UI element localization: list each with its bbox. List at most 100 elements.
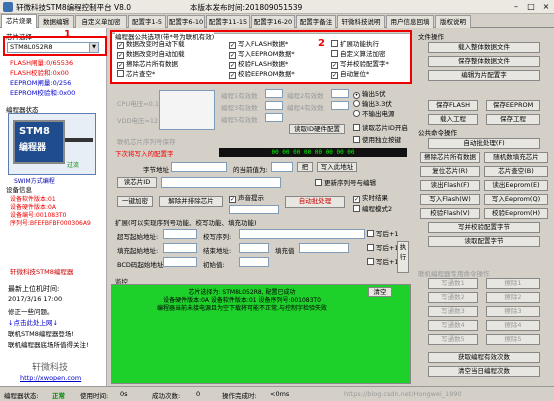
- count-input: [331, 101, 349, 110]
- increment-checkbox[interactable]: 写后+1: [367, 258, 399, 266]
- common-op-button[interactable]: 复位芯片(R): [420, 166, 480, 177]
- mode2-checkbox[interactable]: 编程模式2: [353, 205, 392, 213]
- save-project-button[interactable]: 保存工程: [486, 114, 540, 125]
- read-id-checkbox[interactable]: 读取芯片ID开启: [353, 124, 408, 132]
- increment-checkbox[interactable]: 写后+1: [367, 230, 399, 238]
- tab-3[interactable]: 配置字1-5: [128, 15, 166, 28]
- right-panel: 文件操作 载入整体数据文件 保存整体数据文件 编辑为片配置字 保存FLASH 保存E…: [416, 28, 554, 386]
- file-op-button[interactable]: 编辑为片配置字: [428, 70, 540, 81]
- ext-input[interactable]: [239, 229, 365, 239]
- common-op-button[interactable]: 写入Eeprom(Q): [484, 194, 548, 205]
- overcurrent-caption: 过流: [67, 162, 80, 169]
- get-count-button[interactable]: 获取编程有效次数: [428, 352, 540, 363]
- save-flash-button[interactable]: 保存FLASH: [428, 100, 478, 111]
- multi-erase-button[interactable]: 擦除5: [486, 334, 540, 345]
- window-title: 轩微科技STM8编程控制平台 V8.0: [16, 3, 132, 12]
- release-date: 本版本发布时间:201809051539: [190, 3, 303, 12]
- multi-write-button[interactable]: 写通数1: [428, 278, 478, 289]
- common-op-button[interactable]: 读出Eeprom(E): [484, 180, 548, 191]
- maximize-icon[interactable]: □: [523, 1, 539, 13]
- news-line[interactable]: ↓点击此处上网↓: [8, 317, 58, 327]
- state-label: 编程器状态:: [4, 392, 39, 400]
- tab-2[interactable]: 自定义单加密: [75, 15, 127, 28]
- clear-log-button[interactable]: 清空: [368, 287, 392, 297]
- clear-count-button[interactable]: 清空当日编程次数: [428, 366, 540, 377]
- serial-label: 联机芯片序列号保存: [117, 138, 176, 146]
- unlock-chip-button[interactable]: 解除并排除芯片: [159, 196, 223, 207]
- realtime-checkbox[interactable]: ✓ 实时结果: [353, 194, 388, 203]
- power-radio[interactable]: 输出3.3伏: [353, 100, 392, 108]
- ext-input[interactable]: [163, 229, 197, 239]
- ext-input[interactable]: [163, 257, 197, 267]
- multi-erase-button[interactable]: 擦除3: [486, 306, 540, 317]
- write-verify-config-button[interactable]: 写并校验配置字节: [428, 222, 540, 233]
- common-op-button[interactable]: 写入Flash(W): [420, 194, 480, 205]
- multi-write-button[interactable]: 写通数4: [428, 320, 478, 331]
- power-radio[interactable]: • 输出5伏: [353, 90, 386, 99]
- multi-erase-button[interactable]: 擦除1: [486, 278, 540, 289]
- execute-button[interactable]: 执行: [397, 241, 409, 273]
- increment-label: 写后+1: [376, 230, 399, 238]
- news-line: 联机STM8编程器登场!: [8, 330, 74, 338]
- tab-4[interactable]: 配置字6-10: [167, 15, 205, 28]
- standalone-key-checkbox[interactable]: 使用独立按键: [353, 136, 401, 144]
- ext-input[interactable]: [163, 243, 197, 253]
- multi-write-button[interactable]: 写通数3: [428, 306, 478, 317]
- common-op-button[interactable]: 读出Flash(F): [420, 180, 480, 191]
- current-value-label: 的当前值为:: [233, 166, 268, 174]
- write-address-button[interactable]: 写入此地址: [317, 162, 357, 172]
- close-icon[interactable]: ×: [538, 1, 554, 13]
- increment-checkbox[interactable]: 写后+1: [367, 244, 399, 252]
- byte-address-input[interactable]: [171, 162, 227, 172]
- tab-9[interactable]: 用户信息回填: [386, 15, 434, 28]
- tab-5[interactable]: 配置字11-15: [206, 15, 250, 28]
- device-info-line: 序列号:BFEFBFBF000306A9: [10, 220, 91, 227]
- read-chip-id-button[interactable]: 读芯片ID: [117, 177, 157, 188]
- highlight-box-1: [3, 36, 107, 56]
- log-line: 编程器当前未接电源且为空下载将可能不正常,与控制字检验失败: [157, 305, 327, 312]
- ext-input[interactable]: [239, 243, 269, 253]
- one-key-encrypt-button[interactable]: 一键加密: [117, 196, 153, 207]
- current-value-input[interactable]: [271, 162, 293, 172]
- checkbox-icon: [367, 258, 374, 265]
- multi-erase-button[interactable]: 擦除4: [486, 320, 540, 331]
- load-project-button[interactable]: 载入工程: [428, 114, 478, 125]
- put-button[interactable]: 把: [297, 162, 313, 172]
- sound-combo[interactable]: [229, 205, 279, 214]
- byte-address-label: 字节地址: [143, 166, 169, 174]
- tab-10[interactable]: 版权说明: [435, 15, 471, 28]
- tab-0[interactable]: 芯片烧录: [1, 14, 37, 28]
- read-id-config-button[interactable]: 读取ID硬件配置: [289, 124, 345, 134]
- power-radio[interactable]: 不输出电源: [353, 110, 395, 118]
- flash-size: FLASH闸量:0/65536: [10, 59, 74, 67]
- website-link[interactable]: http://xwopen.com: [20, 374, 81, 382]
- minimize-icon[interactable]: –: [508, 1, 524, 13]
- auto-batch-button[interactable]: 自动批处理: [285, 196, 345, 208]
- multi-write-button[interactable]: 写通数5: [428, 334, 478, 345]
- auto-batch-right-button[interactable]: 自动批处理(F): [428, 138, 540, 149]
- tab-bar: 芯片烧录 数据编辑 自定义单加密 配置字1-5 配置字6-10 配置字11-15 配置字16…: [0, 14, 554, 28]
- file-op-button[interactable]: 保存整体数据文件: [428, 56, 540, 67]
- sound-checkbox[interactable]: ✓ 声音提示: [229, 194, 264, 203]
- update-serial-checkbox[interactable]: 更新序列号与编辑: [315, 179, 376, 187]
- common-op-button[interactable]: 校验Flash(V): [420, 208, 480, 219]
- file-op-button[interactable]: 载入整体数据文件: [428, 42, 540, 53]
- save-eeprom-button[interactable]: 保存EEPROM: [486, 100, 540, 111]
- ext-input[interactable]: [239, 257, 269, 267]
- fill-value-input[interactable]: [299, 243, 349, 253]
- common-op-button[interactable]: 芯片查空(B): [484, 166, 548, 177]
- common-op-button[interactable]: 校验Eeprom(H): [484, 208, 548, 219]
- common-op-button[interactable]: 随机数填充芯片: [484, 152, 548, 163]
- multi-erase-button[interactable]: 擦除2: [486, 292, 540, 303]
- op-time-label: 操作完成时:: [222, 392, 257, 400]
- tab-7[interactable]: 配置字备注: [296, 15, 336, 28]
- tab-1[interactable]: 数据编辑: [38, 15, 74, 28]
- multi-write-button[interactable]: 写通数2: [428, 292, 478, 303]
- tab-6[interactable]: 配置字16-20: [251, 15, 295, 28]
- success-label: 成功次数:: [152, 392, 181, 400]
- increment-label: 写后+1: [376, 244, 399, 252]
- next-config-label: 下次将写入的配置字: [115, 150, 174, 158]
- tab-8[interactable]: 轩微科技说明: [337, 15, 385, 28]
- common-op-button[interactable]: 擦除芯片所有数据: [420, 152, 480, 163]
- read-config-button[interactable]: 读取配置字节: [428, 236, 540, 247]
